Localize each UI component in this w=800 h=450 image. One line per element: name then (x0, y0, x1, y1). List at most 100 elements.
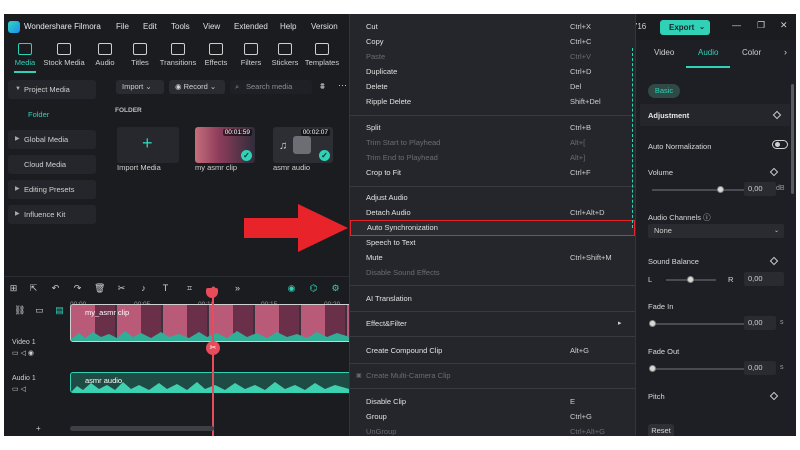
tool-titles[interactable]: Titles (128, 43, 152, 67)
audio-tool-icon[interactable]: ♪ (138, 283, 149, 293)
eye-icon[interactable]: ◉ (28, 350, 34, 357)
tool-templates[interactable]: Templates (304, 43, 340, 67)
select-tool-icon[interactable]: ⇱ (28, 283, 39, 293)
sound-balance-slider[interactable] (666, 276, 716, 283)
menu-item-auto-synchronization[interactable]: Auto Synchronization (350, 220, 635, 236)
tool-effects[interactable]: Effects (202, 43, 230, 67)
layout-grid-icon[interactable]: ⊞ (8, 283, 19, 293)
menu-item-mute[interactable]: Mute Ctrl+Shift+M (350, 251, 635, 265)
sound-balance-value[interactable]: 0,00 (744, 272, 784, 286)
link-icon[interactable]: ⛓ (14, 305, 25, 315)
tab-video[interactable]: Video (654, 48, 674, 57)
subtab-basic[interactable]: Basic (648, 84, 680, 98)
volume-slider[interactable] (652, 186, 744, 193)
more-icon[interactable]: ⋯ (338, 80, 347, 91)
menu-file[interactable]: File (116, 22, 129, 31)
tool-transitions[interactable]: Transitions (158, 43, 198, 67)
filter-icon[interactable]: ⩩ (320, 81, 325, 92)
search-input[interactable]: ⌕ Search media (230, 80, 312, 94)
chevron-right-icon[interactable]: › (784, 47, 787, 57)
more-tools-icon[interactable]: » (232, 283, 243, 293)
media-thumbnail-video[interactable]: 00:01:59 ✓ (195, 127, 255, 163)
sidebar-item-folder[interactable]: Folder (8, 105, 96, 124)
fade-out-knob[interactable] (649, 365, 656, 372)
playhead[interactable] (212, 294, 214, 436)
keyframe-icon[interactable] (769, 391, 779, 401)
menu-tools[interactable]: Tools (171, 22, 190, 31)
menu-item-ai-translation[interactable]: AI Translation (350, 292, 635, 306)
menu-item-group[interactable]: Group Ctrl+G (350, 410, 635, 424)
menu-extended[interactable]: Extended (234, 22, 268, 31)
panel-scrollbar[interactable] (791, 84, 794, 194)
menu-edit[interactable]: Edit (143, 22, 157, 31)
timeline-scrollbar[interactable] (70, 426, 214, 431)
reset-button[interactable]: Reset (648, 424, 674, 436)
menu-item-duplicate[interactable]: Duplicate Ctrl+D (350, 65, 635, 79)
volume-value[interactable]: 0,00 (744, 182, 776, 196)
tool-media[interactable]: Media (12, 43, 38, 73)
add-track-icon[interactable]: ▤ (54, 305, 65, 315)
split-marker-icon[interactable]: ✂ (206, 341, 220, 355)
keyframe-icon[interactable] (769, 256, 779, 266)
tool-filters[interactable]: Filters (238, 43, 264, 67)
folder-icon[interactable]: ▭ (12, 350, 19, 357)
menu-item-crop-to-fit[interactable]: Crop to Fit Ctrl+F (350, 166, 635, 180)
crop-icon[interactable]: ⌗ (184, 283, 195, 293)
fade-out-slider[interactable] (649, 365, 744, 372)
minimize-icon[interactable]: — (732, 20, 741, 30)
menu-item-effect-filter[interactable]: Effect&Filter ▸ (350, 317, 635, 331)
menu-item-ripple-delete[interactable]: Ripple Delete Shift+Del (350, 95, 635, 109)
menu-item-adjust-audio[interactable]: Adjust Audio (350, 191, 635, 205)
fade-out-value[interactable]: 0,00 (744, 361, 776, 375)
menu-item-split[interactable]: Split Ctrl+B (350, 121, 635, 135)
undo-icon[interactable]: ↶ (50, 283, 61, 293)
keyframe-icon[interactable] (769, 167, 779, 177)
menu-item-speech-to-text[interactable]: Speech to Text (350, 236, 635, 250)
menu-item-disable-clip[interactable]: Disable Clip E (350, 395, 635, 409)
sidebar-item-editing-presets[interactable]: ▶ Editing Presets (8, 180, 96, 199)
keyframe-icon[interactable] (772, 110, 782, 120)
auto-normalization-toggle[interactable] (772, 140, 788, 149)
volume-slider-knob[interactable] (717, 186, 724, 193)
delete-icon[interactable]: 🗑 (94, 283, 105, 293)
scissors-icon[interactable]: ✂ (116, 283, 127, 293)
audio-channels-select[interactable]: None ⌄ (648, 224, 784, 238)
ai-icon[interactable]: ◉ (286, 283, 297, 293)
menu-view[interactable]: View (203, 22, 220, 31)
fade-in-value[interactable]: 0,00 (744, 316, 776, 330)
tab-audio[interactable]: Audio (698, 48, 718, 57)
add-icon[interactable]: + (36, 424, 41, 433)
menu-help[interactable]: Help (280, 22, 296, 31)
sidebar-item-cloud-media[interactable]: Cloud Media (8, 155, 96, 174)
fade-in-slider[interactable] (649, 320, 744, 327)
export-button[interactable]: Export ⌄ (660, 20, 710, 35)
record-dropdown[interactable]: ◉ Record ⌄ (169, 80, 225, 94)
tool-audio[interactable]: Audio (92, 43, 118, 67)
menu-item-cut[interactable]: Cut Ctrl+X (350, 20, 635, 34)
import-dropdown[interactable]: Import ⌄ (116, 80, 164, 94)
track-view-icon[interactable]: ▭ (34, 305, 45, 315)
speaker-icon[interactable]: ◁ (21, 386, 26, 393)
info-icon[interactable]: ⓘ (703, 213, 711, 222)
restore-icon[interactable]: ❐ (757, 20, 765, 31)
menu-item-copy[interactable]: Copy Ctrl+C (350, 35, 635, 49)
tool-stickers[interactable]: Stickers (270, 43, 300, 67)
menu-item-create-compound-clip[interactable]: Create Compound Clip Alt+G (350, 344, 635, 358)
settings-icon[interactable]: ⚙ (330, 283, 341, 293)
fade-in-knob[interactable] (649, 320, 656, 327)
audio-clip[interactable]: asmr audio (70, 372, 352, 393)
video-clip[interactable]: my_asmr clip (70, 304, 352, 342)
close-icon[interactable]: ✕ (780, 20, 788, 31)
media-thumbnail-audio[interactable]: ♫ 00:02:07 ✓ (273, 127, 333, 163)
text-tool-icon[interactable]: T (160, 283, 171, 293)
sound-balance-knob[interactable] (687, 276, 694, 283)
redo-icon[interactable]: ↷ (72, 283, 83, 293)
sidebar-item-global-media[interactable]: ▶ Global Media (8, 130, 96, 149)
tab-color[interactable]: Color (742, 48, 761, 57)
speaker-icon[interactable]: ◁ (21, 350, 26, 357)
snap-icon[interactable]: ⌬ (308, 283, 319, 293)
tool-stock-media[interactable]: Stock Media (42, 43, 86, 67)
import-media-tile[interactable]: + (117, 127, 179, 163)
menu-version[interactable]: Version (311, 22, 338, 31)
folder-icon[interactable]: ▭ (12, 386, 19, 393)
